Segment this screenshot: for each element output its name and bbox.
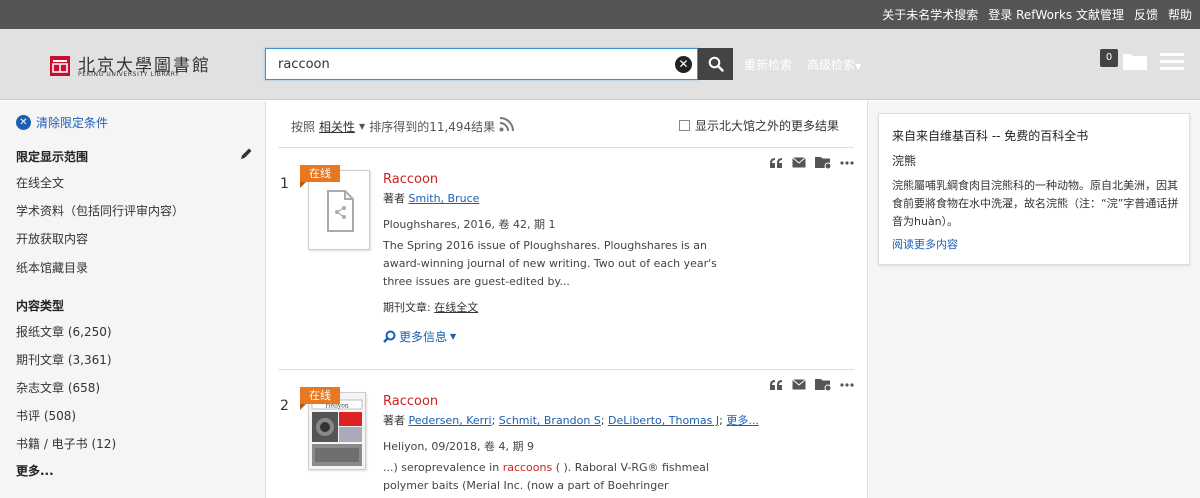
folder-icon[interactable] (1122, 51, 1148, 74)
email-icon[interactable] (792, 157, 806, 168)
limit-print-catalog[interactable]: 纸本馆藏目录 (16, 259, 88, 276)
result-thumbnail[interactable] (308, 170, 370, 250)
limit-fulltext-online[interactable]: 在线全文 (16, 174, 64, 191)
pencil-icon[interactable] (240, 147, 253, 163)
more-authors-link[interactable]: 更多... (726, 414, 759, 427)
search-input[interactable] (266, 49, 666, 79)
about-link[interactable]: 关于未名学术搜索 (882, 6, 978, 23)
abstract-highlight: raccoons (502, 461, 553, 474)
more-info-toggle[interactable]: 更多信息 ▼ (383, 328, 456, 345)
top-utility-bar: 关于未名学术搜索 登录 RefWorks 文献管理 反馈 帮助 (0, 0, 1200, 29)
limit-scholarly[interactable]: 学术资料（包括同行评审内容） (16, 202, 184, 219)
magnifier-icon (383, 330, 396, 343)
result-title[interactable]: Raccoon (383, 172, 438, 187)
caret-down-icon: ▼ (359, 121, 366, 131)
cite-quote-icon[interactable] (769, 157, 783, 169)
beyond-holdings-checkbox[interactable] (679, 120, 690, 131)
clear-circle-icon: ✕ (16, 115, 31, 130)
more-info-label: 更多信息 (399, 330, 448, 344)
save-folder-icon[interactable] (815, 378, 831, 391)
feedback-link[interactable]: 反馈 (1134, 6, 1158, 23)
result-authors: 著者 Pedersen, Kerri; Schmit, Brandon S; D… (383, 414, 759, 427)
content-type-journal[interactable]: 期刊文章 (3,361) (16, 351, 112, 368)
author-link[interactable]: DeLiberto, Thomas J (608, 414, 719, 427)
logo-subtitle: PEKING UNIVERSITY LIBRARY (78, 71, 180, 78)
journal-cover-image: Heliyon (309, 393, 365, 469)
limit-section-title: 限定显示范围 (16, 150, 89, 164)
result-source: Heliyon, 09/2018, 卷 4, 期 9 (383, 440, 535, 453)
limit-open-access[interactable]: 开放获取内容 (16, 230, 88, 247)
result-number: 2 (280, 398, 289, 414)
facet-sidebar: ✕ 清除限定条件 限定显示范围 在线全文 学术资料（包括同行评审内容） 开放获取… (0, 101, 265, 498)
cite-quote-icon[interactable] (769, 379, 783, 391)
type-prefix: 期刊文章: (383, 301, 431, 314)
new-search-link[interactable]: 重新检索 (744, 56, 792, 73)
content-type-magazine[interactable]: 杂志文章 (658) (16, 379, 100, 396)
advanced-search-link[interactable]: 高级检索▼ (807, 56, 861, 73)
top-links: 关于未名学术搜索 登录 RefWorks 文献管理 反馈 帮助 (882, 0, 1192, 29)
caret-down-icon: ▼ (450, 332, 457, 341)
authors-prefix: 著者 (383, 192, 405, 205)
beyond-holdings-toggle[interactable]: 显示北大馆之外的更多结果 (679, 117, 839, 134)
content-type-ebook[interactable]: 书籍 / 电子书 (12) (16, 435, 116, 452)
sort-relevance-dropdown[interactable]: 相关性 (319, 118, 355, 135)
abstract-text: ...) seroprevalence in (383, 461, 503, 474)
search-button[interactable] (698, 48, 733, 80)
search-icon (708, 56, 724, 72)
results-panel: 按照 相关性 ▼ 排序得到的11,494结果 显示北大馆之外的更多结果 1 在线… (265, 101, 868, 498)
result-abstract: ...) seroprevalence in raccoons ( ). Rab… (383, 459, 723, 498)
author-link[interactable]: Pedersen, Kerri (409, 414, 492, 427)
clear-limits-label: 清除限定条件 (36, 116, 109, 130)
save-folder-icon[interactable] (815, 156, 831, 169)
sort-bar: 按照 相关性 ▼ 排序得到的11,494结果 (291, 117, 515, 135)
help-link[interactable]: 帮助 (1168, 6, 1192, 23)
result-title[interactable]: Raccoon (383, 394, 438, 409)
result-actions (769, 156, 854, 169)
wikipedia-card: 来自来自维基百科 -- 免费的百科全书 浣熊 浣熊屬哺乳綱食肉目浣熊科的一种动物… (878, 113, 1190, 265)
author-link[interactable]: Schmit, Brandon S (499, 414, 601, 427)
result-source: Ploughshares, 2016, 卷 42, 期 1 (383, 218, 556, 231)
beyond-holdings-label: 显示北大馆之外的更多结果 (695, 119, 840, 133)
wiki-summary: 浣熊屬哺乳綱食肉目浣熊科的一种动物。原自北美洲，因其食前要將食物在水中洗濯，故名… (892, 179, 1179, 228)
result-count: 排序得到的11,494结果 (369, 119, 496, 134)
sort-by-label: 相关性 (319, 119, 356, 134)
result-item: 1 在线 Raccoon 著者 Smith, Bruce Ploughshare… (266, 148, 869, 369)
email-icon[interactable] (792, 379, 806, 390)
result-number: 1 (280, 176, 289, 192)
online-badge: 在线 (300, 165, 340, 188)
rss-icon[interactable] (499, 117, 515, 135)
advanced-search-label: 高级检索 (807, 58, 856, 72)
content-type-newspaper[interactable]: 报纸文章 (6,250) (16, 323, 112, 340)
author-link[interactable]: Smith, Bruce (409, 192, 480, 205)
result-authors: 著者 Smith, Bruce (383, 190, 479, 206)
result-item: 2 Heliyon 在线 Raccoon 著者 Pedersen, Kerri;… (266, 370, 869, 498)
online-badge: 在线 (300, 387, 340, 410)
document-placeholder-icon (327, 190, 354, 232)
basket-count-badge: 0 (1100, 49, 1118, 67)
more-options-icon[interactable] (840, 382, 854, 387)
refworks-login-link[interactable]: 登录 RefWorks 文献管理 (988, 6, 1124, 23)
result-abstract: The Spring 2016 issue of Ploughshares. P… (383, 239, 717, 288)
more-options-icon[interactable] (840, 160, 854, 165)
right-panel: 来自来自维基百科 -- 免费的百科全书 浣熊 浣熊屬哺乳綱食肉目浣熊科的一种动物… (868, 101, 1200, 498)
header: 北京大學圖書館 PEKING UNIVERSITY LIBRARY ✕ 重新检索… (0, 29, 1200, 100)
wiki-read-more-link[interactable]: 阅读更多内容 (892, 236, 958, 252)
result-actions (769, 378, 854, 391)
hamburger-menu-icon[interactable] (1159, 51, 1185, 74)
library-logo[interactable]: 北京大學圖書館 PEKING UNIVERSITY LIBRARY (48, 51, 218, 81)
content-type-title: 内容类型 (16, 299, 65, 313)
result-type: 期刊文章: 在线全文 (383, 299, 478, 315)
fulltext-online-link[interactable]: 在线全文 (434, 301, 478, 314)
more-content-types-link[interactable]: 更多... (16, 462, 54, 479)
sort-prefix: 按照 (291, 119, 316, 134)
clear-search-icon[interactable]: ✕ (675, 56, 692, 73)
wiki-card-title: 来自来自维基百科 -- 免费的百科全书 (892, 129, 1089, 143)
search-box: ✕ (265, 48, 698, 80)
authors-prefix: 著者 (383, 414, 405, 427)
clear-limits-link[interactable]: ✕ 清除限定条件 (16, 114, 108, 131)
wiki-term: 浣熊 (892, 154, 917, 168)
caret-down-icon: ▼ (855, 62, 862, 71)
content-type-book-review[interactable]: 书评 (508) (16, 407, 76, 424)
